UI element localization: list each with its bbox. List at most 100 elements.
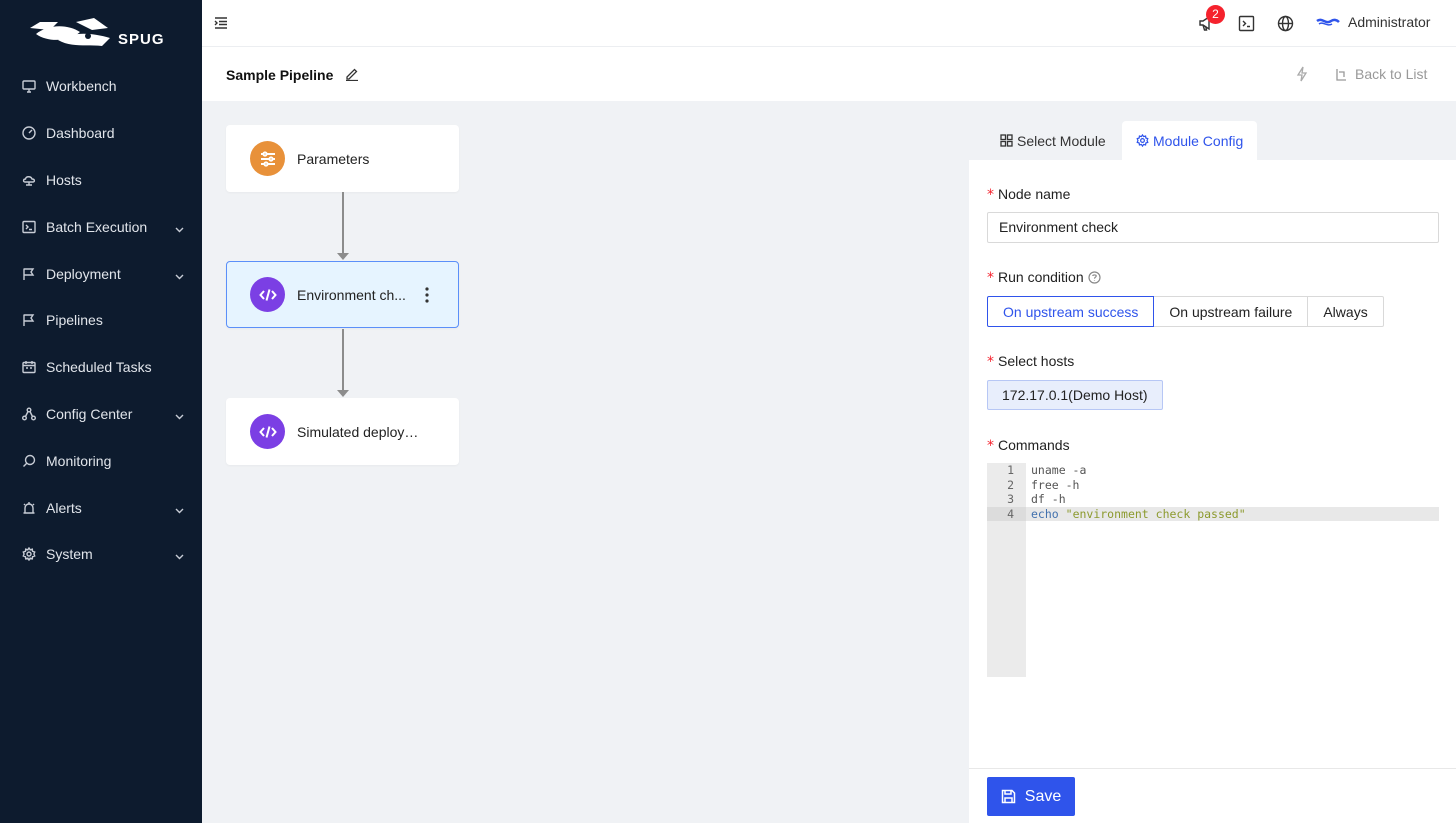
sliders-icon bbox=[250, 141, 285, 176]
user-name: Administrator bbox=[1348, 14, 1431, 30]
sidebar-item-system[interactable]: System bbox=[0, 531, 202, 578]
save-label: Save bbox=[1024, 787, 1062, 805]
sidebar-item-label: Workbench bbox=[46, 78, 117, 95]
code-line: 1 uname -a bbox=[987, 463, 1439, 478]
code-line: 2 free -h bbox=[987, 478, 1439, 493]
connector-arrow bbox=[337, 253, 349, 260]
sidebar-item-pipelines[interactable]: Pipelines bbox=[0, 297, 202, 344]
monitor-search-icon bbox=[22, 454, 36, 468]
line-number: 1 bbox=[1007, 463, 1014, 477]
required-mark: * bbox=[987, 187, 994, 203]
tab-label: Select Module bbox=[1017, 132, 1106, 149]
panel-tabs: Select Module Module Config bbox=[969, 114, 1456, 160]
node-label: Simulated deploym... bbox=[297, 423, 427, 440]
sidebar-item-label: Alerts bbox=[46, 499, 82, 516]
logo-text: SPUG bbox=[118, 31, 165, 48]
run-condition-radio-group: On upstream success On upstream failure … bbox=[987, 296, 1384, 327]
user-menu[interactable]: Administrator bbox=[1316, 14, 1430, 30]
chevron-down-icon bbox=[175, 268, 184, 280]
pipeline-node-environment-check[interactable]: Environment ch... bbox=[226, 261, 459, 328]
tab-select-module[interactable]: Select Module bbox=[986, 121, 1120, 160]
connector-arrow bbox=[337, 390, 349, 397]
run-condition-upstream-success[interactable]: On upstream success bbox=[987, 296, 1155, 327]
run-condition-upstream-failure[interactable]: On upstream failure bbox=[1153, 296, 1309, 327]
code-keyword: echo bbox=[1031, 506, 1059, 521]
sidebar-item-label: Config Center bbox=[46, 405, 133, 422]
node-name-input[interactable]: Environment check bbox=[987, 212, 1439, 243]
code-text: echo "environment check passed" bbox=[1031, 507, 1246, 522]
line-number: 4 bbox=[987, 506, 1026, 521]
node-connector bbox=[342, 329, 344, 391]
sidebar: SPUG Workbench Dashboard Hosts Batch Exe… bbox=[0, 0, 202, 823]
sidebar-item-alerts[interactable]: Alerts bbox=[0, 484, 202, 531]
sidebar-item-label: Scheduled Tasks bbox=[46, 359, 152, 376]
selected-host-button[interactable]: 172.17.0.1(Demo Host) bbox=[987, 380, 1163, 410]
chevron-down-icon bbox=[175, 548, 184, 560]
code-text: free -h bbox=[1031, 477, 1080, 492]
edit-icon[interactable] bbox=[345, 67, 359, 82]
cloud-server-icon bbox=[22, 173, 36, 187]
node-name-label: * Node name bbox=[987, 186, 1071, 203]
sidebar-item-workbench[interactable]: Workbench bbox=[0, 63, 202, 110]
sidebar-item-hosts[interactable]: Hosts bbox=[0, 157, 202, 204]
rollback-icon bbox=[1336, 68, 1346, 81]
run-condition-always[interactable]: Always bbox=[1307, 296, 1384, 327]
sidebar-item-monitoring[interactable]: Monitoring bbox=[0, 437, 202, 484]
gear-icon bbox=[22, 547, 36, 562]
commands-code-editor[interactable]: 1 uname -a 2 free -h 3 df -h 4 echo "env… bbox=[987, 463, 1439, 677]
tab-label: Module Config bbox=[1153, 132, 1244, 149]
user-avatar-icon bbox=[1316, 18, 1340, 26]
code-line: 3 df -h bbox=[987, 492, 1439, 507]
required-mark: * bbox=[987, 354, 994, 370]
code-text: uname -a bbox=[1031, 463, 1087, 477]
sidebar-item-dashboard[interactable]: Dashboard bbox=[0, 110, 202, 157]
sidebar-item-config-center[interactable]: Config Center bbox=[0, 391, 202, 438]
commands-label: * Commands bbox=[987, 437, 1070, 454]
pipeline-node-parameters[interactable]: Parameters bbox=[226, 125, 459, 192]
page-header: Sample Pipeline Back to List bbox=[202, 47, 1456, 101]
code-icon bbox=[250, 277, 285, 312]
globe-icon[interactable] bbox=[1277, 15, 1294, 32]
sidebar-item-scheduled-tasks[interactable]: Scheduled Tasks bbox=[0, 344, 202, 391]
thunderbolt-icon[interactable] bbox=[1295, 66, 1309, 82]
chevron-down-icon bbox=[175, 502, 184, 514]
menu-fold-icon[interactable] bbox=[214, 16, 228, 30]
tab-module-config[interactable]: Module Config bbox=[1122, 121, 1258, 160]
flag-icon bbox=[22, 267, 36, 281]
node-connector bbox=[342, 192, 344, 254]
code-icon bbox=[250, 414, 285, 449]
code-string: "environment check passed" bbox=[1065, 506, 1246, 521]
node-label: Parameters bbox=[297, 150, 370, 167]
calendar-icon bbox=[22, 360, 36, 374]
panel-footer: Save bbox=[969, 768, 1456, 823]
line-number: 3 bbox=[1007, 492, 1014, 506]
terminal-icon[interactable] bbox=[1238, 15, 1255, 32]
sidebar-item-label: Hosts bbox=[46, 171, 82, 188]
sidebar-item-label: Dashboard bbox=[46, 125, 115, 142]
sidebar-item-label: Pipelines bbox=[46, 312, 103, 329]
back-to-list-button[interactable]: Back to List bbox=[1335, 66, 1427, 82]
question-circle-icon[interactable] bbox=[1088, 271, 1101, 284]
chevron-down-icon bbox=[175, 408, 184, 420]
node-config-panel: Select Module Module Config * Node name E… bbox=[969, 114, 1456, 823]
flag-icon bbox=[22, 313, 36, 327]
cluster-icon bbox=[22, 407, 36, 421]
sidebar-item-deployment[interactable]: Deployment bbox=[0, 250, 202, 297]
sidebar-item-label: Batch Execution bbox=[46, 218, 148, 235]
more-vertical-icon[interactable] bbox=[424, 286, 430, 304]
line-number: 2 bbox=[1007, 477, 1014, 492]
sidebar-item-batch-execution[interactable]: Batch Execution bbox=[0, 203, 202, 250]
dashboard-icon bbox=[22, 126, 36, 140]
chevron-down-icon bbox=[175, 221, 184, 233]
pipeline-node-simulated-deployment[interactable]: Simulated deploym... bbox=[226, 398, 459, 465]
notification-badge: 2 bbox=[1206, 5, 1225, 24]
sidebar-item-label: Monitoring bbox=[46, 452, 112, 469]
save-icon bbox=[1001, 789, 1016, 804]
back-to-list-label: Back to List bbox=[1355, 66, 1428, 82]
sidebar-nav: Workbench Dashboard Hosts Batch Executio… bbox=[0, 63, 202, 578]
save-button[interactable]: Save bbox=[987, 777, 1075, 816]
run-condition-label: * Run condition bbox=[987, 269, 1101, 286]
node-label: Environment ch... bbox=[297, 286, 406, 303]
select-hosts-label: * Select hosts bbox=[987, 353, 1075, 370]
gear-icon bbox=[1136, 134, 1149, 147]
